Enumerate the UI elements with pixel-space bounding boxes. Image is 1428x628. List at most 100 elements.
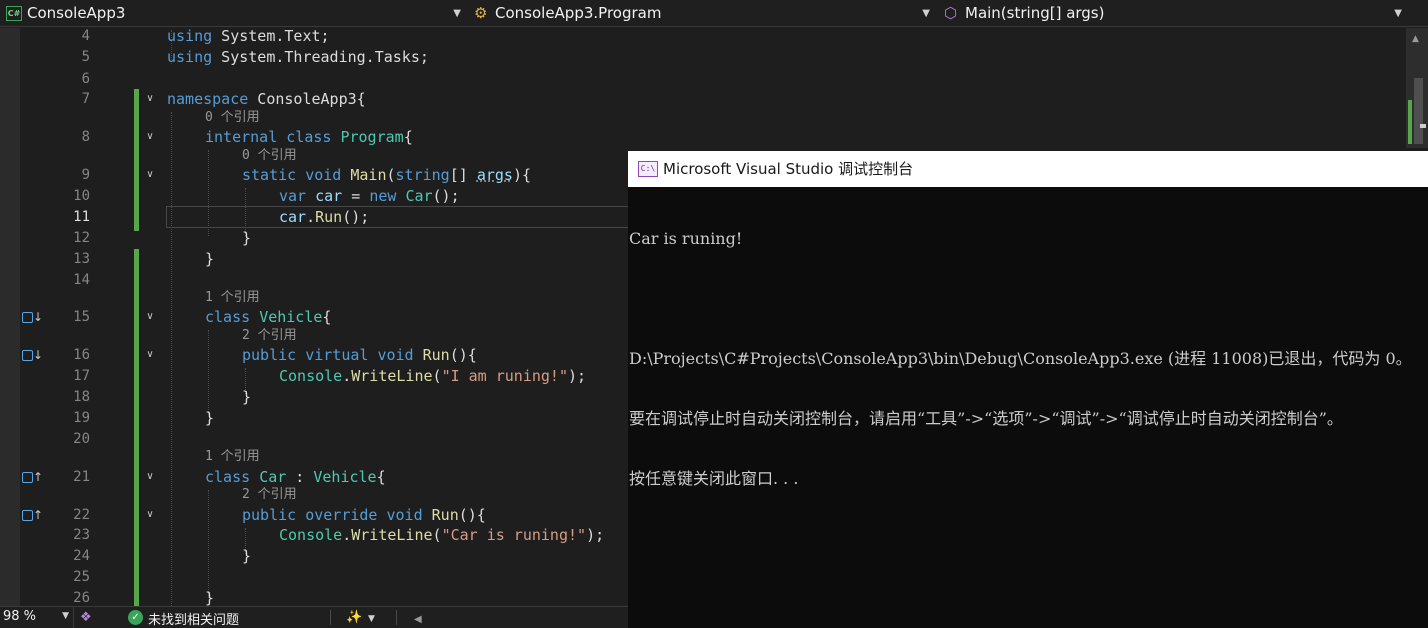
code-text: Console.WriteLine("I am runing!"); <box>279 367 587 385</box>
collapse-icon[interactable]: ∨ <box>144 93 156 105</box>
code-text: using System.Text; <box>167 28 330 45</box>
line-number: 4 <box>81 28 90 44</box>
csharp-project-icon: C# <box>6 6 22 21</box>
scrollbar-thumb[interactable] <box>1414 78 1423 144</box>
navigation-bar: C# ConsoleApp3 ▼ ⚙ ConsoleApp3.Program ▼… <box>0 0 1428 27</box>
console-line: 要在调试停止时自动关闭控制台，请启用“工具”->“选项”->“调试”->“调试停… <box>629 409 1343 428</box>
line-number: 5 <box>81 49 90 65</box>
code-text: car.Run(); <box>279 208 370 226</box>
codelens-references[interactable]: 1 个引用 <box>205 448 260 466</box>
line-number: 18 <box>73 389 90 405</box>
project-dropdown-label: ConsoleApp3 <box>27 4 126 22</box>
chevron-down-icon[interactable]: ▼ <box>368 612 375 627</box>
line-number: 6 <box>81 71 90 87</box>
code-text: public override void Run(){ <box>242 506 486 524</box>
code-cleanup-icon[interactable]: ✨ <box>346 610 362 625</box>
project-dropdown[interactable]: C# ConsoleApp3 ▼ <box>2 2 465 25</box>
console-output[interactable]: Car is runing! D:\Projects\C#Projects\Co… <box>629 189 1428 529</box>
codelens-references[interactable]: 2 个引用 <box>242 486 297 504</box>
code-text: class Car : Vehicle{ <box>205 468 386 486</box>
code-line: 5 using System.Threading.Tasks; <box>0 47 1428 67</box>
scrollbar-caret-marker <box>1420 124 1426 128</box>
code-text: } <box>205 589 215 606</box>
code-text: public virtual void Run(){ <box>242 346 477 364</box>
line-number: 14 <box>73 272 90 288</box>
overrides-icon[interactable]: ↑ <box>22 508 43 522</box>
issues-status[interactable]: 未找到相关问题 <box>148 609 239 628</box>
console-app-icon: C:\ <box>638 161 658 177</box>
status-divider <box>396 610 397 625</box>
codelens-references[interactable]: 0 个引用 <box>205 109 260 127</box>
line-number: 16 <box>73 347 90 363</box>
codelens-references[interactable]: 2 个引用 <box>242 327 297 345</box>
code-line: 8 ∨ internal class Program{ <box>0 127 1428 147</box>
collapse-icon[interactable]: ∨ <box>144 131 156 143</box>
line-number: 19 <box>73 410 90 426</box>
collapse-icon[interactable]: ∨ <box>144 169 156 181</box>
chevron-down-icon: ▼ <box>62 611 69 621</box>
zoom-dropdown[interactable]: 98 % ▼ <box>0 607 74 628</box>
chevron-down-icon: ▼ <box>453 8 461 19</box>
collapse-icon[interactable]: ∨ <box>144 471 156 483</box>
code-text: var car = new Car(); <box>279 187 460 205</box>
scroll-left-icon[interactable]: ◀ <box>414 612 422 627</box>
status-divider <box>330 610 331 625</box>
class-dropdown[interactable]: ⚙ ConsoleApp3.Program ▼ <box>470 2 934 25</box>
line-number: 12 <box>73 230 90 246</box>
console-title: Microsoft Visual Studio 调试控制台 <box>663 160 914 178</box>
code-line: 4 using System.Text; <box>0 28 1428 46</box>
overridden-by-icon[interactable]: ↓ <box>22 310 43 324</box>
collapse-icon[interactable]: ∨ <box>144 509 156 521</box>
line-number: 8 <box>81 129 90 145</box>
code-line: 7 ∨ namespace ConsoleApp3{ <box>0 89 1428 109</box>
scrollbar-change-marker <box>1408 100 1412 144</box>
chevron-down-icon: ▼ <box>1394 8 1402 19</box>
copilot-icon[interactable]: ❖ <box>80 610 92 625</box>
class-icon: ⚙ <box>474 4 488 22</box>
line-number: 10 <box>73 188 90 204</box>
code-text: } <box>242 229 252 247</box>
line-number: 11 <box>73 209 90 225</box>
code-text: } <box>205 409 215 427</box>
console-line: Car is runing! <box>629 229 743 248</box>
code-text: using System.Threading.Tasks; <box>167 48 429 66</box>
code-text: } <box>242 547 252 565</box>
line-number: 26 <box>73 590 90 606</box>
vertical-scrollbar[interactable]: ▲ <box>1406 28 1428 148</box>
line-number: 9 <box>81 167 90 183</box>
console-line: D:\Projects\C#Projects\ConsoleApp3\bin\D… <box>629 349 1412 368</box>
scroll-up-icon[interactable]: ▲ <box>1412 34 1419 44</box>
method-icon: ⬡ <box>944 4 958 22</box>
overrides-icon[interactable]: ↑ <box>22 470 43 484</box>
code-text: Console.WriteLine("Car is runing!"); <box>279 526 605 544</box>
member-dropdown[interactable]: ⬡ Main(string[] args) ▼ <box>940 2 1406 25</box>
line-number: 23 <box>73 527 90 543</box>
collapse-icon[interactable]: ∨ <box>144 349 156 361</box>
zoom-level: 98 % <box>3 609 37 624</box>
codelens-references[interactable]: 1 个引用 <box>205 289 260 307</box>
code-text: internal class Program{ <box>205 128 413 146</box>
line-number: 17 <box>73 368 90 384</box>
code-text: namespace ConsoleApp3{ <box>167 90 366 108</box>
line-number: 7 <box>81 91 90 107</box>
debug-console-window[interactable]: C:\ Microsoft Visual Studio 调试控制台 Car is… <box>628 151 1428 628</box>
codelens-references[interactable]: 0 个引用 <box>242 147 297 165</box>
class-dropdown-label: ConsoleApp3.Program <box>495 4 662 22</box>
line-number: 22 <box>73 507 90 523</box>
code-text: class Vehicle{ <box>205 308 332 326</box>
code-line: 6 <box>0 69 1428 89</box>
line-number: 20 <box>73 431 90 447</box>
overridden-by-icon[interactable]: ↓ <box>22 348 43 362</box>
line-number: 15 <box>73 309 90 325</box>
console-line: 按任意键关闭此窗口. . . <box>629 469 799 488</box>
line-number: 21 <box>73 469 90 485</box>
line-number: 13 <box>73 251 90 267</box>
member-dropdown-label: Main(string[] args) <box>965 4 1105 22</box>
line-number: 24 <box>73 548 90 564</box>
collapse-icon[interactable]: ∨ <box>144 311 156 323</box>
code-text: static void Main(string[] args){ <box>242 166 531 184</box>
code-text: } <box>205 250 215 268</box>
console-title-bar[interactable]: C:\ Microsoft Visual Studio 调试控制台 <box>628 151 1428 187</box>
check-circle-icon[interactable]: ✓ <box>128 610 143 625</box>
